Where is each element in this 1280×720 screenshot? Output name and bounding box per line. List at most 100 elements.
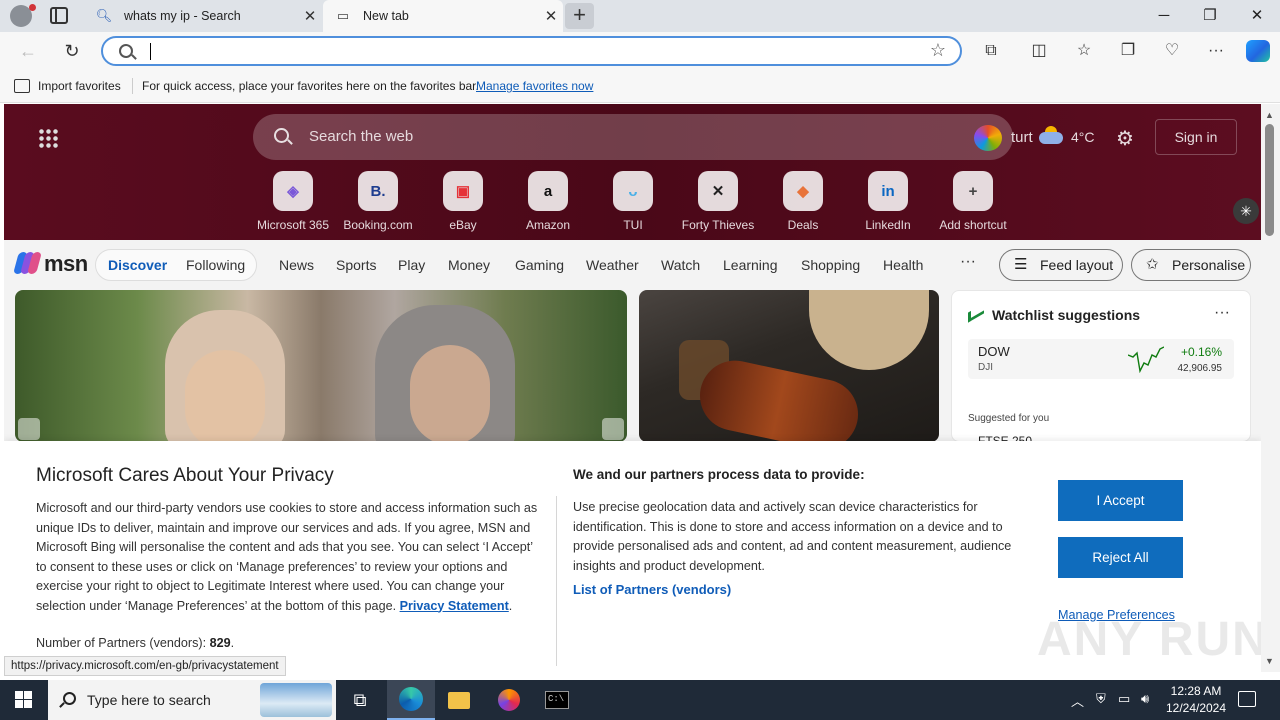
app-launcher-icon[interactable] — [38, 128, 58, 148]
favorite-star-icon[interactable]: ☆ — [930, 40, 946, 61]
msn-logo-text: msn — [44, 251, 88, 276]
new-tab-button[interactable]: + — [565, 3, 594, 29]
manage-favorites-link[interactable]: Manage favorites now — [476, 79, 593, 93]
shortcut-amazon[interactable]: a Amazon — [508, 171, 588, 232]
maximize-button[interactable]: ❐ — [1187, 0, 1233, 32]
security-icon[interactable]: ⛨ — [1096, 691, 1106, 707]
hero-banner: Search the web turt 4°C ⚙ Sign in ◈ Micro… — [4, 104, 1261, 240]
extensions-icon[interactable]: ⧉ — [976, 38, 1006, 64]
nav-money[interactable]: Money — [448, 257, 490, 273]
command-prompt-icon[interactable]: C:\ — [533, 680, 581, 720]
browser-essentials-icon[interactable]: ♡ — [1157, 38, 1187, 64]
taskbar-search[interactable]: Type here to search — [48, 680, 336, 720]
web-search-box[interactable]: Search the web — [253, 114, 1013, 160]
more-categories-button[interactable]: ··· — [960, 253, 976, 271]
newtab-icon: ▭ — [336, 8, 350, 23]
shortcut-tile-icon: in — [868, 171, 908, 211]
next-arrow-icon[interactable] — [602, 418, 624, 440]
nav-news[interactable]: News — [279, 257, 314, 273]
copilot-icon[interactable] — [974, 125, 1002, 151]
address-bar[interactable]: ☆ — [101, 36, 962, 66]
search-highlight-image — [260, 683, 332, 717]
system-clock[interactable]: 12:28 AM 12/24/2024 — [1160, 683, 1232, 717]
news-card-food[interactable] — [639, 290, 939, 442]
sign-in-button[interactable]: Sign in — [1155, 119, 1237, 155]
nav-health[interactable]: Health — [883, 257, 923, 273]
shortcut-tile-icon: ▣ — [443, 171, 483, 211]
feed-layout-button[interactable]: ☰ Feed layout — [999, 249, 1123, 281]
accept-button[interactable]: I Accept — [1058, 480, 1183, 521]
refresh-icon[interactable]: ↻ — [58, 38, 86, 64]
show-hidden-icons-icon[interactable]: ︿ — [1071, 691, 1084, 710]
weather-location[interactable]: turt — [1011, 129, 1033, 146]
shortcut-ebay[interactable]: ▣ eBay — [423, 171, 503, 232]
tab-new-tab[interactable]: ▭ New tab ✕ — [323, 0, 563, 32]
shortcut-forty-thieves[interactable]: ✕ Forty Thieves — [678, 171, 758, 232]
nav-weather[interactable]: Weather — [586, 257, 639, 273]
nav-gaming[interactable]: Gaming — [515, 257, 564, 273]
feed-layout-label: Feed layout — [1040, 257, 1114, 273]
network-icon[interactable]: ▭ — [1118, 691, 1130, 707]
settings-more-icon[interactable]: ··· — [1201, 38, 1231, 64]
firefox-icon[interactable] — [485, 680, 533, 720]
shortcut-label: TUI — [623, 218, 643, 232]
favorites-icon[interactable]: ☆ — [1069, 38, 1099, 64]
notifications-icon[interactable] — [1238, 691, 1256, 707]
nav-shopping[interactable]: Shopping — [801, 257, 860, 273]
copilot-icon[interactable] — [1246, 40, 1270, 62]
gear-icon[interactable]: ⚙ — [1116, 126, 1134, 151]
profile-avatar[interactable] — [10, 4, 36, 27]
volume-icon[interactable]: 🔊︎ — [1141, 691, 1149, 707]
collections-icon[interactable]: ❐ — [1113, 38, 1143, 64]
taskbar: Type here to search ⧉ C:\ ︿ ⛨ ▭ 🔊︎ 12:28… — [0, 680, 1280, 720]
stock-row[interactable]: DOW DJI +0.16% 42,906.95 — [968, 339, 1234, 379]
scrollbar[interactable]: ▲ ▼ — [1261, 104, 1280, 672]
close-window-button[interactable]: ✕ — [1234, 0, 1280, 32]
divider — [556, 496, 557, 666]
list-of-partners-link[interactable]: List of Partners (vendors) — [573, 582, 731, 597]
msn-logo[interactable]: msn — [13, 250, 88, 278]
edge-taskbar-icon[interactable] — [387, 680, 435, 720]
shortcut-label: LinkedIn — [865, 218, 911, 232]
close-icon[interactable]: ✕ — [539, 7, 563, 25]
minimize-button[interactable]: ─ — [1141, 0, 1187, 32]
tab-discover[interactable]: Discover — [108, 257, 167, 273]
scroll-down-icon[interactable]: ▼ — [1265, 656, 1274, 666]
task-view-icon[interactable]: ⧉ — [336, 680, 384, 720]
weather-icon[interactable] — [1039, 126, 1065, 144]
nav-play[interactable]: Play — [398, 257, 425, 273]
nav-watch[interactable]: Watch — [661, 257, 700, 273]
shortcut-linkedin[interactable]: in LinkedIn — [848, 171, 928, 232]
privacy-statement-link[interactable]: Privacy Statement — [400, 599, 509, 613]
news-card-hero[interactable] — [15, 290, 627, 442]
tab-following[interactable]: Following — [186, 257, 245, 273]
sparkle-icon[interactable]: ✳ — [1233, 198, 1259, 224]
scroll-up-icon[interactable]: ▲ — [1265, 110, 1274, 120]
reject-all-button[interactable]: Reject All — [1058, 537, 1183, 578]
shortcut-booking-com[interactable]: B. Booking.com — [338, 171, 418, 232]
previous-arrow-icon[interactable] — [18, 418, 40, 440]
file-explorer-icon[interactable] — [435, 680, 483, 720]
import-favorites-button[interactable]: Import favorites — [38, 79, 121, 93]
tab-actions-icon[interactable] — [50, 7, 68, 24]
scrollbar-thumb[interactable] — [1265, 124, 1274, 236]
split-screen-icon[interactable]: ◫ — [1024, 38, 1054, 64]
tab-search[interactable]: 🔍︎ whats my ip - Search ✕ — [84, 0, 322, 32]
shortcut-deals[interactable]: ◆ Deals — [763, 171, 843, 232]
nav-learning[interactable]: Learning — [723, 257, 778, 273]
watchlist-title: Watchlist suggestions — [992, 307, 1141, 323]
anyrun-watermark: ANY RUN — [1037, 613, 1269, 666]
personalise-button[interactable]: ✩ Personalise — [1131, 249, 1251, 281]
shortcut-microsoft-365[interactable]: ◈ Microsoft 365 — [253, 171, 333, 232]
windows-start-icon[interactable] — [0, 680, 48, 720]
shortcut-add-shortcut[interactable]: + Add shortcut — [933, 171, 1013, 232]
clock-time: 12:28 AM — [1170, 684, 1222, 698]
shortcut-tui[interactable]: ᴗ TUI — [593, 171, 673, 232]
weather-temperature[interactable]: 4°C — [1071, 129, 1095, 145]
back-icon[interactable]: ← — [14, 38, 42, 64]
nav-sports[interactable]: Sports — [336, 257, 376, 273]
more-options-button[interactable]: ··· — [1214, 304, 1230, 322]
divider — [132, 78, 133, 94]
close-icon[interactable]: ✕ — [298, 7, 322, 25]
address-input[interactable] — [149, 41, 909, 61]
